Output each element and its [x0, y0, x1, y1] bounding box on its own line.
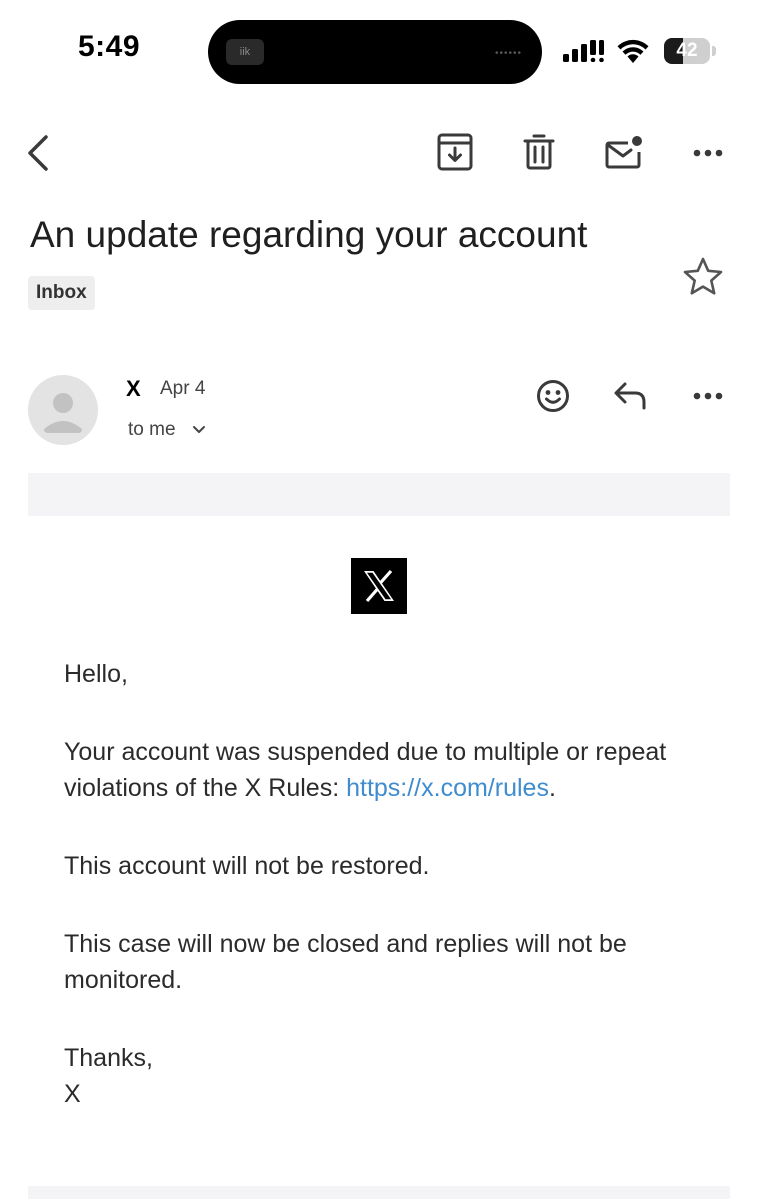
signal-icon [563, 40, 605, 67]
status-time: 5:49 [78, 30, 141, 63]
email-date: Apr 4 [160, 378, 206, 399]
signoff: Thanks, [64, 1044, 153, 1072]
avatar[interactable] [28, 375, 98, 445]
wifi-icon [616, 38, 650, 69]
email-subject: An update regarding your account [30, 214, 588, 255]
closed-paragraph: This case will now be closed and replies… [64, 930, 627, 994]
recipient-details-toggle[interactable]: to me [128, 419, 206, 441]
suspension-end: . [548, 774, 556, 802]
archive-icon[interactable] [431, 128, 479, 176]
message-header-band [28, 473, 730, 516]
recipient-label: to me [128, 419, 176, 440]
message-footer-band [28, 1186, 730, 1199]
battery-cap [712, 46, 716, 56]
delete-icon[interactable] [515, 128, 563, 176]
battery-percentage: 42 [676, 40, 698, 61]
x-logo-icon [351, 558, 407, 614]
back-icon[interactable] [14, 129, 62, 177]
more-options-icon[interactable] [684, 129, 732, 177]
sender-name[interactable]: X [126, 376, 141, 402]
mark-unread-icon[interactable] [600, 128, 648, 176]
rules-link[interactable]: https://x.com/rules [346, 774, 549, 802]
star-icon[interactable] [679, 252, 727, 300]
island-activity-indicator: •••••• [494, 48, 522, 59]
message-more-options-icon[interactable] [684, 372, 732, 420]
chevron-down-icon [192, 419, 206, 441]
island-app-icon: iik [226, 39, 264, 65]
signoff-block: Thanks, X [64, 1040, 724, 1112]
label-chip-inbox[interactable]: Inbox [28, 276, 95, 310]
emoji-reaction-icon[interactable] [529, 372, 577, 420]
email-body: Hello, Your account was suspended due to… [64, 656, 724, 1112]
reply-icon[interactable] [607, 372, 655, 420]
suspension-paragraph: Your account was suspended due to multip… [64, 734, 724, 806]
dynamic-island: iik •••••• [208, 20, 542, 84]
battery-icon: 42 [664, 38, 710, 64]
restore-paragraph: This account will not be restored. [64, 852, 430, 880]
greeting: Hello, [64, 660, 128, 688]
signature: X [64, 1080, 81, 1108]
